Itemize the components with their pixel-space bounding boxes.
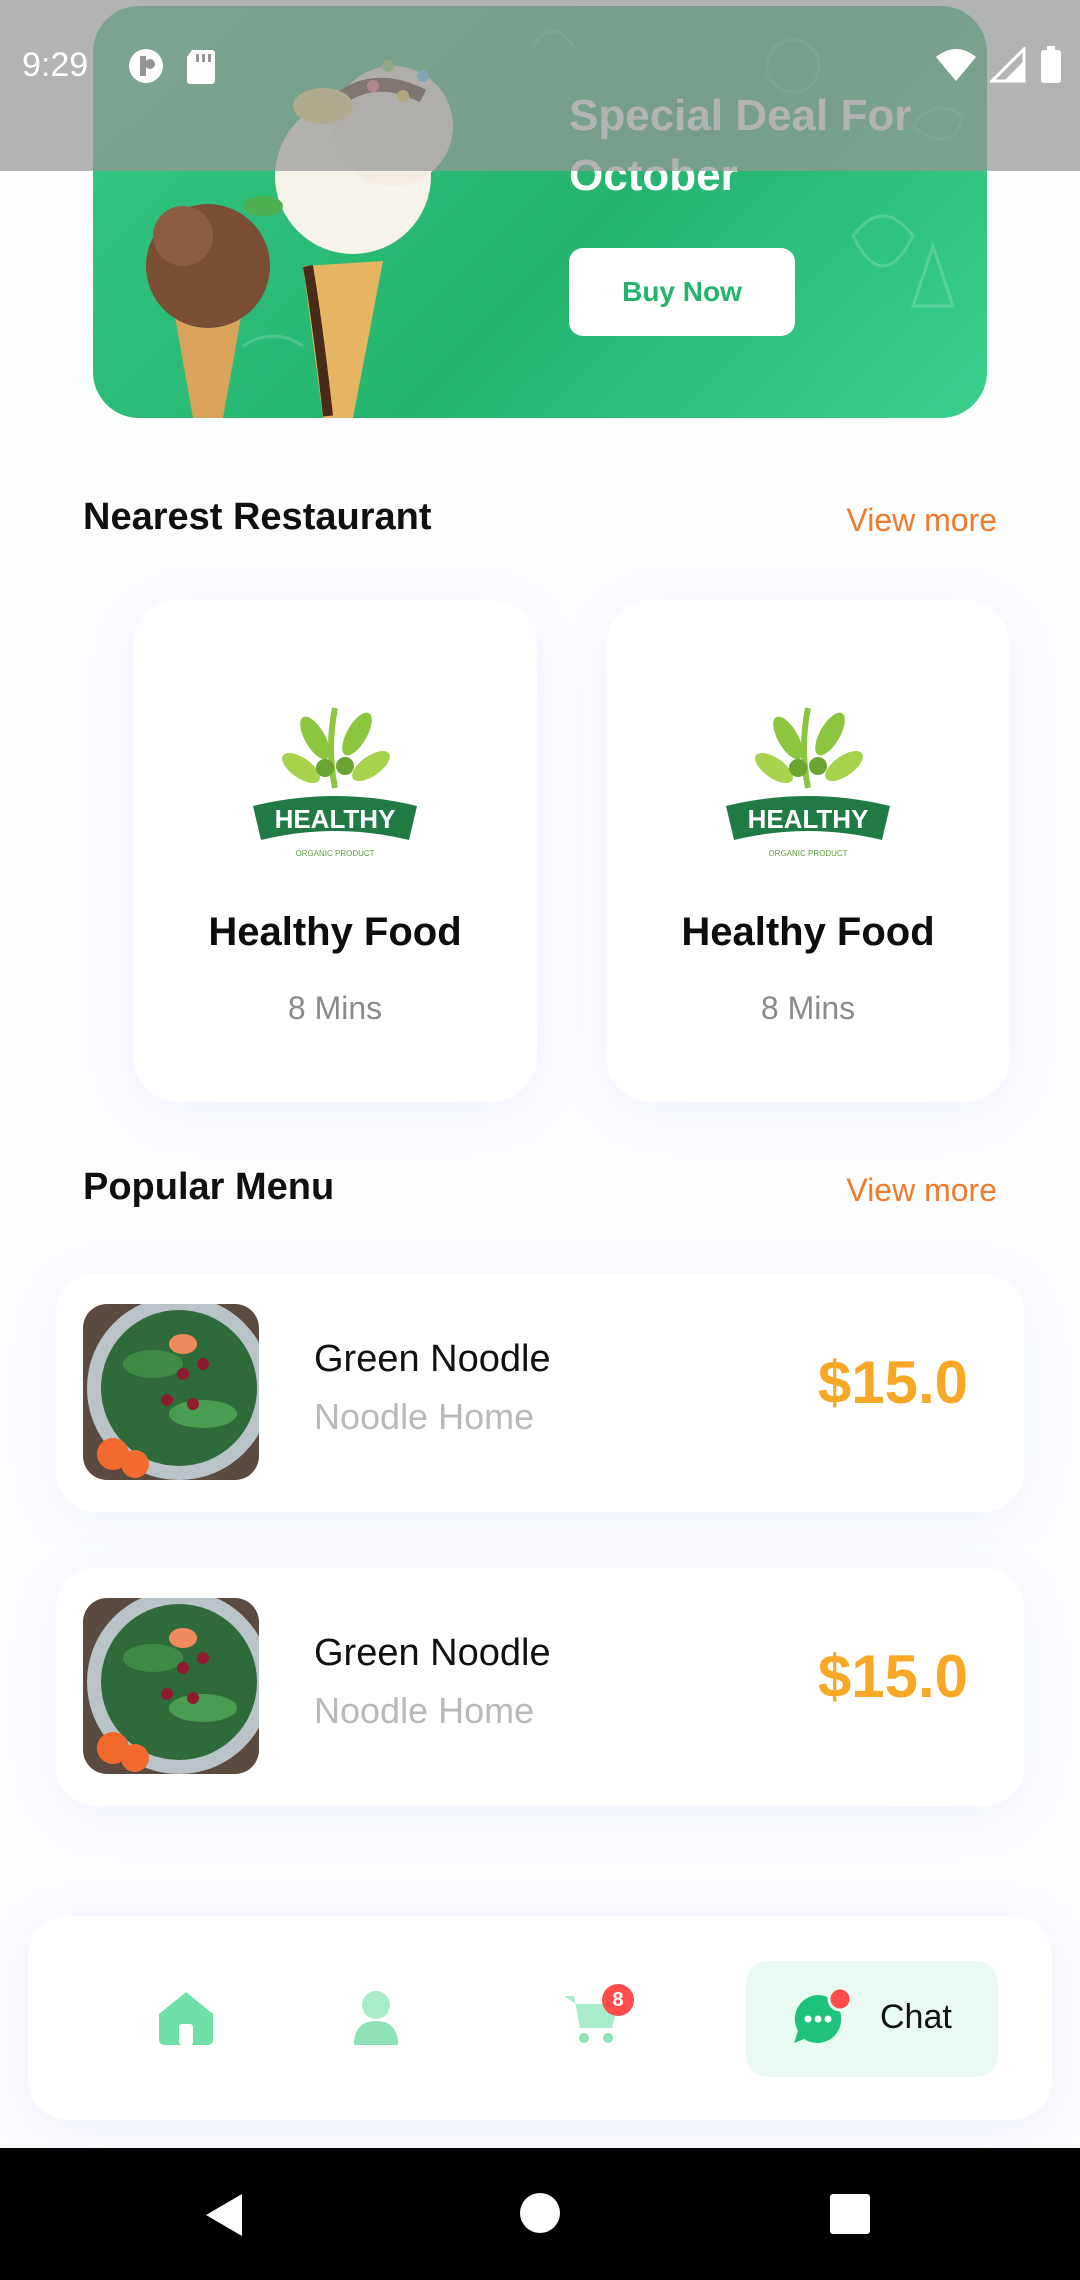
healthy-logo: HEALTHY ORGANIC PRODUCT — [253, 707, 417, 858]
wifi-icon — [936, 49, 976, 81]
buy-now-button[interactable]: Buy Now — [569, 248, 795, 336]
logo-text: HEALTHY — [275, 804, 396, 834]
restaurant-card[interactable]: HEALTHY ORGANIC PRODUCT Healthy Food 8 M… — [133, 600, 537, 1102]
menu-item-name: Green Noodle — [314, 1632, 551, 1674]
menu-item-card[interactable]: Green Noodle Noodle Home $15.0 — [56, 1568, 1024, 1806]
bottom-navigation: 8 Chat — [28, 1916, 1052, 2120]
profile-icon — [354, 1991, 398, 2045]
status-time: 9:29 — [22, 46, 89, 84]
logo-subtext: ORGANIC PRODUCT — [295, 849, 374, 858]
nav-chat-active[interactable]: Chat — [746, 1961, 998, 2077]
app-screen: Special Deal For October Buy Now 9:29 — [0, 0, 1080, 2280]
nearest-restaurant-view-more-link[interactable]: View more — [846, 502, 997, 539]
nav-home[interactable] — [122, 1954, 250, 2082]
restaurant-name: Healthy Food — [208, 910, 462, 954]
status-right-icons — [936, 46, 1062, 84]
menu-item-card[interactable]: Green Noodle Noodle Home $15.0 — [56, 1274, 1024, 1512]
menu-item-name: Green Noodle — [314, 1338, 551, 1380]
recents-icon[interactable] — [829, 2193, 871, 2235]
popular-menu-view-more-link[interactable]: View more — [846, 1172, 997, 1209]
nav-profile[interactable] — [312, 1954, 440, 2082]
menu-item-price: $15.0 — [817, 1349, 968, 1416]
sd-card-icon — [187, 50, 215, 84]
menu-item-restaurant: Noodle Home — [314, 1690, 535, 1731]
popular-menu-title: Popular Menu — [83, 1166, 335, 1208]
restaurant-time: 8 Mins — [760, 990, 856, 1026]
system-navigation-bar — [0, 2148, 1080, 2280]
battery-icon — [1041, 46, 1061, 83]
logo-text: HEALTHY — [748, 804, 869, 834]
nav-cart[interactable]: 8 — [528, 1954, 656, 2082]
menu-item-restaurant: Noodle Home — [314, 1396, 535, 1437]
back-icon[interactable] — [202, 2192, 246, 2238]
restaurant-time: 8 Mins — [287, 990, 383, 1026]
restaurant-card[interactable]: HEALTHY ORGANIC PRODUCT Healthy Food 8 M… — [606, 600, 1010, 1102]
cart-badge: 8 — [602, 1984, 634, 2016]
chat-label: Chat — [880, 1998, 952, 2036]
menu-item-image — [83, 1304, 259, 1480]
status-left-icons — [126, 46, 218, 86]
restaurant-name: Healthy Food — [681, 910, 935, 954]
healthy-logo: HEALTHY ORGANIC PRODUCT — [726, 707, 890, 858]
cellular-signal-icon — [990, 47, 1026, 83]
home-icon — [159, 1992, 213, 2045]
chat-icon — [794, 1987, 853, 2043]
logo-subtext: ORGANIC PRODUCT — [768, 849, 847, 858]
app-notification-icon — [129, 49, 163, 83]
menu-item-image — [83, 1598, 259, 1774]
menu-item-price: $15.0 — [817, 1643, 968, 1710]
home-circle-icon[interactable] — [519, 2192, 561, 2234]
status-bar: 9:29 — [0, 0, 1080, 171]
nearest-restaurant-title: Nearest Restaurant — [83, 496, 432, 538]
